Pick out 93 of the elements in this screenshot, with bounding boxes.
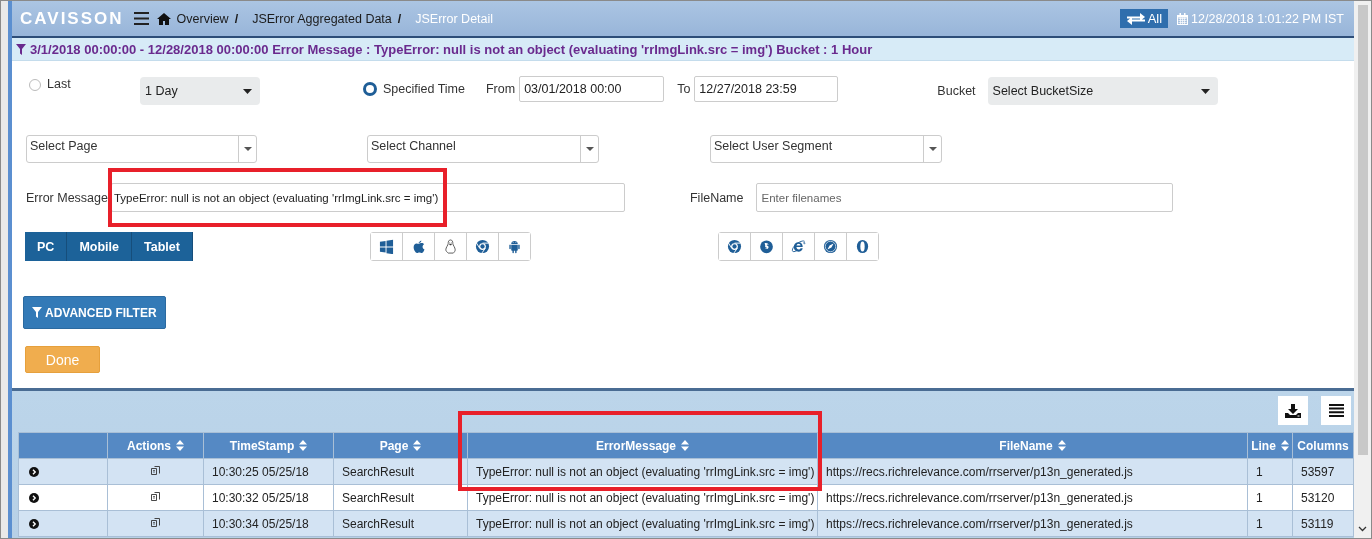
column-header[interactable]: ErrorMessage	[467, 432, 818, 459]
table-cell: SearchResult	[342, 490, 415, 505]
device-tab[interactable]: Mobile	[67, 232, 132, 261]
sort-icon[interactable]	[299, 440, 308, 451]
table-cell: https://recs.richrelevance.com/rrserver/p13n_generated.js	[826, 516, 1133, 531]
list-icon	[1328, 404, 1344, 417]
column-header[interactable]: Columns	[1292, 432, 1354, 459]
menu-icon[interactable]	[133, 12, 149, 25]
select-dropdown[interactable]: Select Page	[26, 135, 257, 163]
opera-icon	[854, 239, 870, 254]
sort-icon[interactable]	[1280, 440, 1289, 451]
error-message-label: Error Message	[26, 190, 108, 205]
column-header[interactable]: Actions	[107, 432, 204, 459]
column-header[interactable]: Line	[1247, 432, 1293, 459]
table-cell: SearchResult	[342, 464, 415, 479]
advanced-filter-button[interactable]: ADVANCED FILTER	[23, 296, 166, 329]
table-cell: 10:30:34 05/25/18	[212, 516, 309, 531]
breadcrumb-link[interactable]: Overview	[176, 11, 229, 26]
from-date-field[interactable]: 03/01/2018 00:00	[519, 76, 665, 102]
caret-icon	[1200, 88, 1210, 94]
caret-icon	[243, 88, 252, 94]
bucket-dropdown[interactable]: Select BucketSize	[987, 77, 1218, 105]
table-cell: https://recs.richrelevance.com/rrserver/p13n_generated.js	[826, 490, 1133, 505]
expand-row-icon[interactable]	[29, 492, 39, 503]
chrome-icon	[474, 239, 490, 254]
column-list-button[interactable]	[1321, 396, 1351, 425]
table-cell: SearchResult	[342, 516, 415, 531]
caret-icon	[585, 147, 594, 151]
windows-icon	[378, 239, 394, 254]
breadcrumb-separator: /	[397, 11, 402, 26]
column-header[interactable]: TimeStamp	[203, 432, 334, 459]
radio-button[interactable]	[363, 82, 377, 96]
table-cell: 53120	[1301, 490, 1335, 505]
table-cell: TypeError: null is not an object (evaluating 'rrImgLink.src = img')	[476, 490, 815, 505]
download-button[interactable]	[1278, 396, 1308, 425]
table-cell: TypeError: null is not an object (evaluating 'rrImgLink.src = img')	[476, 464, 815, 479]
ie-icon	[790, 239, 806, 254]
sort-icon[interactable]	[681, 440, 689, 451]
from-label: From	[486, 82, 516, 96]
swap-icon	[1126, 12, 1145, 25]
windows-filter-button[interactable]	[370, 233, 403, 260]
radio-label[interactable]: Last	[47, 77, 71, 91]
table-cell: 1	[1256, 516, 1263, 531]
compass-icon	[822, 239, 838, 254]
bucket-label: Bucket	[937, 84, 976, 98]
all-toggle-button[interactable]: All	[1119, 9, 1169, 28]
download-icon	[1285, 403, 1301, 418]
chrome-filter-button[interactable]	[718, 233, 751, 260]
caret-icon	[243, 147, 252, 151]
app-logo: CAVISSON	[20, 8, 124, 29]
to-label: To	[677, 82, 691, 96]
to-date-field[interactable]: 12/27/2018 23:59	[694, 76, 839, 102]
table-cell: 53597	[1301, 464, 1335, 479]
sort-icon[interactable]	[176, 440, 184, 451]
sort-icon[interactable]	[413, 440, 422, 451]
radio-label[interactable]: Specified Time	[383, 82, 465, 96]
select-dropdown[interactable]: Select Channel	[367, 135, 599, 163]
table-cell: 1	[1256, 464, 1263, 479]
device-tab[interactable]: Tablet	[131, 232, 193, 261]
duration-dropdown[interactable]: 1 Day	[140, 77, 260, 105]
breadcrumb-link[interactable]: JSError Aggregated Data	[252, 11, 392, 26]
table-cell: 10:30:32 05/25/18	[212, 490, 309, 505]
column-header[interactable]: Page	[333, 432, 468, 459]
copy-icon[interactable]	[150, 492, 161, 503]
table-cell: 53119	[1301, 516, 1334, 531]
radio-button[interactable]	[29, 79, 41, 91]
expand-row-icon[interactable]	[29, 466, 39, 477]
copy-icon[interactable]	[150, 518, 161, 529]
table-cell: 10:30:25 05/25/18	[212, 464, 309, 479]
breadcrumb-current: JSError Detail	[415, 11, 494, 26]
error-message-field[interactable]: TypeError: null is not an object (evaluating 'rrImgLink.src = img')	[111, 183, 625, 212]
android-icon	[506, 239, 522, 254]
table-cell: https://recs.richrelevance.com/rrserver/p13n_generated.js	[826, 464, 1133, 479]
filename-field[interactable]: Enter filenames	[756, 183, 1174, 212]
home-icon[interactable]	[156, 12, 171, 25]
chrome-icon	[726, 239, 742, 254]
filter-summary: 3/1/2018 00:00:00 - 12/28/2018 00:00:00 Error Message : TypeError: null is not an object (evaluating 'rrImgLink.src = img') Bucket : 1 Hour	[30, 41, 873, 57]
filter-icon	[16, 43, 26, 55]
breadcrumb-separator: /	[234, 11, 239, 26]
expand-row-icon[interactable]	[29, 518, 39, 529]
calendar-icon	[1177, 12, 1189, 25]
scroll-down-icon[interactable]	[1358, 526, 1367, 532]
current-datetime: 12/28/2018 1:01:22 PM IST	[1191, 11, 1344, 26]
caret-icon	[928, 147, 937, 151]
filename-label: FileName	[690, 190, 744, 205]
select-dropdown[interactable]: Select User Segment	[710, 135, 942, 163]
table-cell: TypeError: null is not an object (evaluating 'rrImgLink.src = img')	[476, 516, 815, 531]
filter-icon	[32, 307, 42, 318]
copy-icon[interactable]	[150, 466, 161, 477]
table-cell: 1	[1256, 490, 1263, 505]
device-tab[interactable]: PC	[25, 232, 68, 261]
sort-icon[interactable]	[1057, 440, 1066, 451]
scrollbar[interactable]	[1354, 1, 1371, 538]
